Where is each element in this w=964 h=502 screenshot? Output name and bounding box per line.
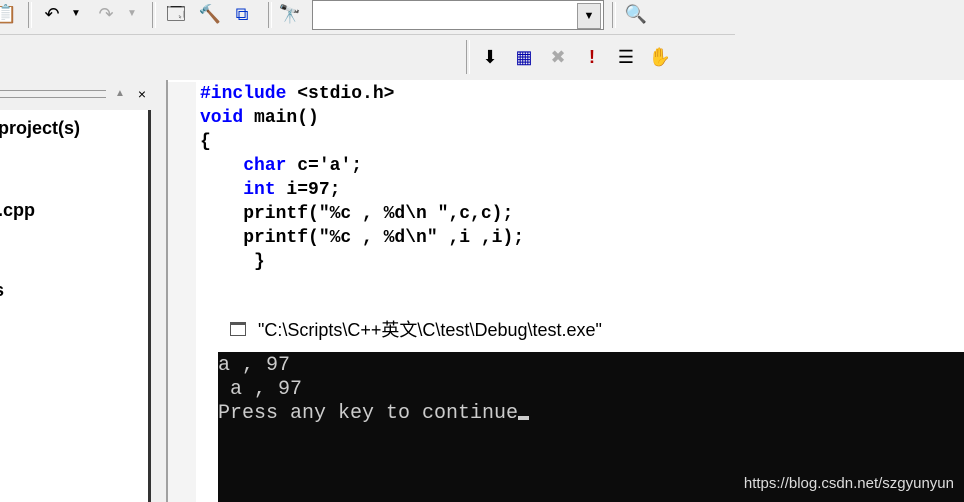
- keyword: int: [243, 180, 276, 200]
- standard-toolbar: 📋 ↶ ▼ ↷ ▼ 🗔 🔨 ⧉ 🔭 ▼ 🔍: [0, 0, 735, 35]
- code-text: <stdio.h>: [286, 84, 395, 104]
- workspace-icon[interactable]: 🗔: [164, 2, 188, 26]
- build-toolbar: ⬇ ▦ ✖ ! ☰ ✋: [462, 36, 684, 78]
- compile-icon[interactable]: ⬇: [478, 45, 502, 69]
- stop-build-icon[interactable]: ✖: [546, 45, 570, 69]
- code-text: i=97;: [275, 180, 341, 200]
- code-text: main(): [243, 108, 319, 128]
- tree-item-folder[interactable]: s: [0, 280, 4, 301]
- code-text: {: [200, 132, 211, 152]
- undo-icon[interactable]: ↶: [40, 2, 64, 26]
- redo-dropdown[interactable]: ▼: [120, 2, 144, 26]
- cursor: [518, 416, 530, 420]
- code-line: void main(): [200, 106, 319, 130]
- console-app-icon: [230, 322, 246, 336]
- code-line: printf("%c , %d\n ",c,c);: [200, 202, 513, 226]
- keyword: void: [200, 108, 244, 128]
- output-icon[interactable]: 🔨: [198, 2, 222, 26]
- keyword: char: [243, 156, 287, 176]
- editor-gutter: [168, 82, 196, 502]
- code-text: printf("%c , %d\n" ,i ,i);: [200, 228, 525, 248]
- execute-icon[interactable]: !: [580, 45, 604, 69]
- build-icon[interactable]: ▦: [512, 45, 536, 69]
- console-title-bar[interactable]: "C:\Scripts\C++英文\C\test\Debug\test.exe": [218, 308, 964, 352]
- tree-item-projects[interactable]: project(s): [0, 118, 80, 139]
- maximize-icon[interactable]: ▲: [110, 84, 130, 104]
- code-text: c='a';: [286, 156, 363, 176]
- keyword: #include: [200, 84, 287, 104]
- close-icon[interactable]: ×: [132, 84, 152, 104]
- code-line: {: [200, 130, 211, 154]
- code-line: printf("%c , %d\n" ,i ,i);: [200, 226, 524, 250]
- code-line: }: [200, 250, 265, 274]
- console-window[interactable]: "C:\Scripts\C++英文\C\test\Debug\test.exe"…: [218, 308, 964, 502]
- console-title: "C:\Scripts\C++英文\C\test\Debug\test.exe": [258, 320, 602, 340]
- code-line: #include <stdio.h>: [200, 82, 394, 106]
- chevron-down-icon[interactable]: ▼: [577, 3, 601, 29]
- find-icon[interactable]: 🔍: [624, 2, 648, 26]
- code-text: printf("%c , %d\n ",c,c);: [200, 204, 514, 224]
- console-prompt: Press any key to continue: [218, 402, 519, 425]
- code-line: char c='a';: [200, 154, 362, 178]
- panel-grip[interactable]: [0, 90, 106, 98]
- watermark: https://blog.csdn.net/szgyunyun: [743, 475, 954, 492]
- undo-dropdown[interactable]: ▼: [64, 2, 88, 26]
- paste-icon[interactable]: 📋: [0, 2, 18, 26]
- code-text: }: [200, 252, 265, 272]
- find-combobox[interactable]: ▼: [312, 0, 604, 30]
- console-line: Press any key to continue: [218, 402, 530, 426]
- file-tree: project(s) .cpp s: [0, 110, 151, 502]
- redo-icon[interactable]: ↷: [94, 2, 118, 26]
- find-in-files-icon[interactable]: 🔭: [278, 2, 302, 26]
- console-line: a , 97: [218, 378, 303, 401]
- go-icon[interactable]: ☰: [614, 45, 638, 69]
- tree-item-cpp[interactable]: .cpp: [0, 200, 35, 221]
- windows-icon[interactable]: ⧉: [230, 2, 254, 26]
- console-line: a , 97: [218, 354, 291, 377]
- breakpoint-hand-icon[interactable]: ✋: [648, 45, 672, 69]
- code-line: int i=97;: [200, 178, 340, 202]
